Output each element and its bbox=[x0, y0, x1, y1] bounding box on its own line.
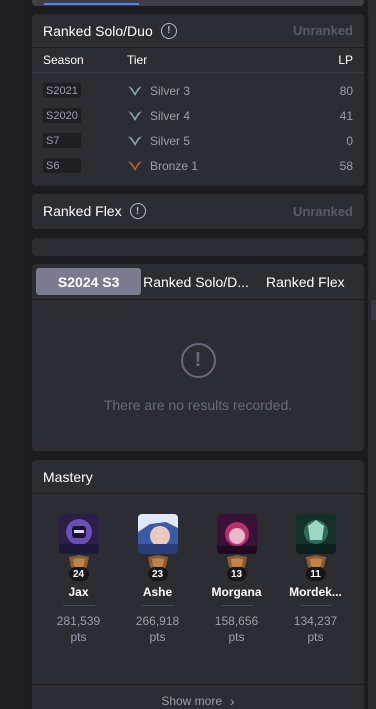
season-badge: S2020 bbox=[43, 108, 81, 123]
column-tier: Tier bbox=[127, 53, 148, 67]
points-unit: pts bbox=[307, 630, 324, 644]
mordekaiser-portrait-icon bbox=[295, 514, 336, 554]
mastery-level: 24 bbox=[68, 567, 89, 581]
silver-emblem-icon bbox=[128, 85, 142, 96]
scrollbar-thumb[interactable] bbox=[371, 300, 376, 320]
show-more-label: Show more bbox=[161, 693, 223, 708]
mastery-points: 134,237 bbox=[293, 614, 338, 628]
champion-name: Ashe bbox=[142, 585, 173, 599]
divider bbox=[220, 605, 253, 606]
champion-name: Jax bbox=[68, 585, 89, 599]
season-row: S2021 Silver 3 80 bbox=[43, 78, 353, 103]
mastery-level: 11 bbox=[305, 567, 326, 581]
alert-icon: ! bbox=[180, 343, 216, 378]
ashe-portrait-icon bbox=[137, 514, 178, 554]
tier-name: Silver 5 bbox=[150, 133, 191, 148]
champion-name: Mordek... bbox=[289, 585, 342, 599]
divider bbox=[299, 605, 332, 606]
empty-message: There are no results recorded. bbox=[103, 397, 293, 413]
season-badge: S7 bbox=[43, 133, 81, 148]
mastery-champion[interactable]: 24 Jax 281,539 pts bbox=[39, 514, 118, 645]
mastery-points: 281,539 bbox=[56, 614, 101, 628]
season-row: S7 Silver 5 0 bbox=[43, 128, 353, 153]
ranked-solo-status: Unranked bbox=[293, 23, 353, 38]
active-tab-indicator bbox=[44, 3, 139, 5]
points-unit: pts bbox=[228, 630, 245, 644]
silver-emblem-icon bbox=[128, 110, 142, 121]
morgana-portrait-icon bbox=[216, 514, 257, 554]
season-badge: S2021 bbox=[43, 83, 81, 98]
tier-name: Silver 4 bbox=[150, 108, 191, 123]
left-gutter bbox=[0, 0, 24, 709]
ranked-flex-status: Unranked bbox=[293, 203, 353, 219]
mastery-champion[interactable]: 11 Mordek... 134,237 pts bbox=[276, 514, 355, 645]
season-table-header: Season Tier LP bbox=[32, 48, 364, 73]
season-badge: S6 bbox=[43, 158, 81, 173]
mastery-champion[interactable]: 13 Morgana 158,656 pts bbox=[197, 514, 276, 645]
tier-name: Bronze 1 bbox=[150, 158, 199, 173]
points-unit: pts bbox=[70, 630, 87, 644]
info-icon[interactable]: ! bbox=[160, 22, 177, 39]
mastery-level: 23 bbox=[147, 567, 168, 581]
season-results-card: S2024 S3 Ranked Solo/D... Ranked Flex ! … bbox=[32, 264, 364, 451]
ranked-solo-title: Ranked Solo/Duo bbox=[43, 22, 153, 39]
chevron-right-icon: › bbox=[230, 692, 235, 709]
jax-portrait-icon bbox=[58, 514, 99, 554]
lp-value: 58 bbox=[339, 158, 353, 173]
season-row: S6 Bronze 1 58 bbox=[43, 153, 353, 178]
divider bbox=[141, 605, 174, 606]
lp-value: 41 bbox=[339, 108, 353, 123]
show-more-button[interactable]: Show more › bbox=[32, 684, 364, 709]
side-panel-edge bbox=[371, 14, 376, 290]
ranked-flex-header: Ranked Flex ! Unranked bbox=[32, 194, 364, 228]
ranked-solo-header: Ranked Solo/Duo ! Unranked bbox=[32, 14, 364, 48]
tab-ranked-flex[interactable]: Ranked Flex bbox=[251, 268, 360, 295]
lp-value: 80 bbox=[339, 83, 353, 98]
mastery-points: 158,656 bbox=[214, 614, 259, 628]
champion-name: Morgana bbox=[211, 585, 262, 599]
bronze-emblem-icon bbox=[128, 160, 142, 171]
divider bbox=[62, 605, 95, 606]
silver-emblem-icon bbox=[128, 135, 142, 146]
points-unit: pts bbox=[149, 630, 166, 644]
season-row: S2020 Silver 4 41 bbox=[43, 103, 353, 128]
tab-season[interactable]: S2024 S3 bbox=[36, 268, 142, 295]
mastery-points: 266,918 bbox=[135, 614, 180, 628]
ranked-flex-card: Ranked Flex ! Unranked bbox=[32, 194, 364, 229]
ranked-solo-card: Ranked Solo/Duo ! Unranked Season Tier L… bbox=[32, 14, 364, 186]
empty-state: ! There are no results recorded. bbox=[32, 300, 364, 413]
queue-tabs: S2024 S3 Ranked Solo/D... Ranked Flex bbox=[32, 264, 364, 300]
season-table-body: S2021 Silver 3 80 S2020 Silver 4 41 S7 S… bbox=[32, 73, 364, 182]
info-icon[interactable]: ! bbox=[129, 203, 146, 219]
mastery-card: Mastery 24 Jax 281,539 pts 23 Ashe 266,9… bbox=[32, 460, 364, 709]
mastery-level: 13 bbox=[226, 567, 247, 581]
mastery-header: Mastery bbox=[32, 460, 364, 494]
tier-name: Silver 3 bbox=[150, 83, 191, 98]
empty-card bbox=[32, 238, 364, 256]
column-season: Season bbox=[43, 53, 84, 67]
mastery-champion[interactable]: 23 Ashe 266,918 pts bbox=[118, 514, 197, 645]
tab-ranked-solo[interactable]: Ranked Solo/D... bbox=[141, 268, 250, 295]
ranked-flex-title: Ranked Flex bbox=[43, 203, 122, 219]
lp-value: 0 bbox=[346, 133, 353, 148]
mastery-list: 24 Jax 281,539 pts 23 Ashe 266,918 pts 1… bbox=[32, 494, 364, 645]
mastery-title: Mastery bbox=[43, 468, 93, 485]
column-lp: LP bbox=[338, 53, 353, 67]
